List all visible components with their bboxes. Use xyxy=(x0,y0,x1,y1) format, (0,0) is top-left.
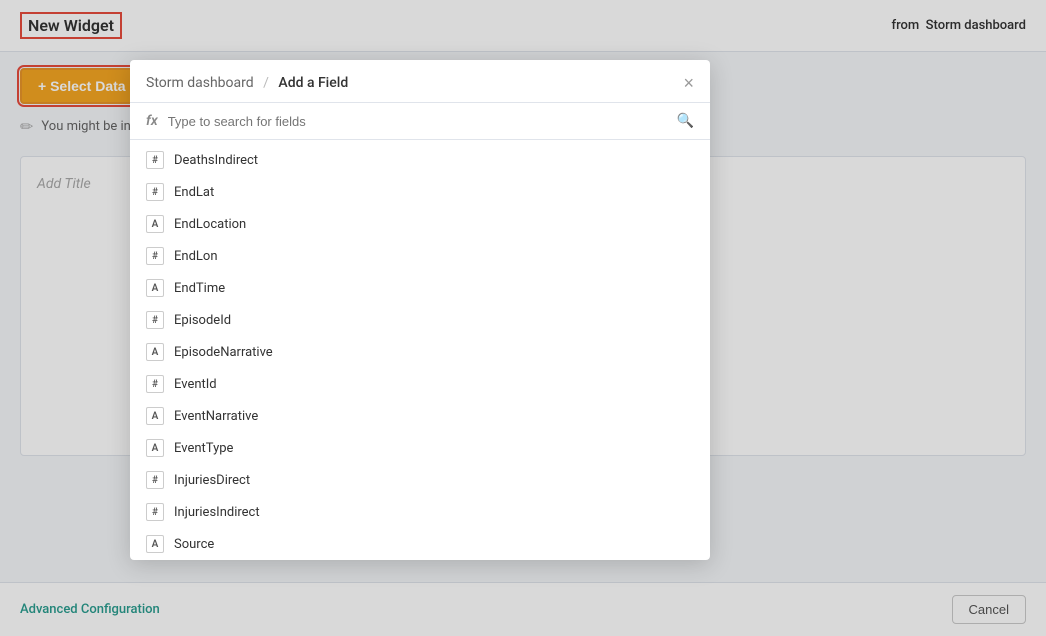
field-list-item[interactable]: # EpisodeId xyxy=(130,304,710,336)
field-name-label: EventType xyxy=(174,441,233,456)
fx-badge: fx xyxy=(146,113,158,129)
field-name-label: EpisodeNarrative xyxy=(174,345,273,360)
search-icon: 🔍 xyxy=(677,113,694,129)
field-list-item[interactable]: A EndTime xyxy=(130,272,710,304)
field-list-item[interactable]: A EventNarrative xyxy=(130,400,710,432)
field-list: # DeathsIndirect # EndLat A EndLocation # EndLo… xyxy=(130,140,710,560)
field-type-badge: A xyxy=(146,215,164,233)
field-list-item[interactable]: A EpisodeNarrative xyxy=(130,336,710,368)
field-type-badge: # xyxy=(146,311,164,329)
field-list-item[interactable]: # EventId xyxy=(130,368,710,400)
add-field-modal: Storm dashboard / Add a Field × fx 🔍 # De… xyxy=(130,60,710,560)
field-list-item[interactable]: # EndLon xyxy=(130,240,710,272)
field-name-label: EventNarrative xyxy=(174,409,258,424)
field-name-label: EndLocation xyxy=(174,217,246,232)
field-name-label: InjuriesDirect xyxy=(174,473,250,488)
field-type-badge: # xyxy=(146,375,164,393)
field-type-badge: A xyxy=(146,439,164,457)
field-name-label: InjuriesIndirect xyxy=(174,505,260,520)
field-type-badge: # xyxy=(146,471,164,489)
modal-search-bar: fx 🔍 xyxy=(130,103,710,140)
field-list-item[interactable]: # InjuriesDirect xyxy=(130,464,710,496)
field-list-item[interactable]: A EventType xyxy=(130,432,710,464)
field-type-badge: # xyxy=(146,247,164,265)
field-name-label: DeathsIndirect xyxy=(174,153,258,168)
field-name-label: EndLon xyxy=(174,249,218,264)
field-name-label: EndTime xyxy=(174,281,225,296)
field-type-badge: A xyxy=(146,279,164,297)
field-type-badge: # xyxy=(146,503,164,521)
page-container: New Widget from Storm dashboard + Select… xyxy=(0,0,1046,636)
field-list-item[interactable]: A EndLocation xyxy=(130,208,710,240)
field-type-badge: A xyxy=(146,535,164,553)
field-type-badge: # xyxy=(146,183,164,201)
field-type-badge: A xyxy=(146,343,164,361)
field-list-item[interactable]: # InjuriesIndirect xyxy=(130,496,710,528)
field-list-item[interactable]: # EndLat xyxy=(130,176,710,208)
field-type-badge: # xyxy=(146,151,164,169)
field-list-item[interactable]: # DeathsIndirect xyxy=(130,144,710,176)
modal-breadcrumb: Storm dashboard / Add a Field xyxy=(146,75,348,91)
breadcrumb-source: Storm dashboard xyxy=(146,75,254,91)
modal-header: Storm dashboard / Add a Field × xyxy=(130,60,710,103)
field-name-label: EndLat xyxy=(174,185,214,200)
breadcrumb-current: Add a Field xyxy=(278,75,348,91)
field-type-badge: A xyxy=(146,407,164,425)
field-list-item[interactable]: A Source xyxy=(130,528,710,560)
field-search-input[interactable] xyxy=(168,114,667,129)
field-name-label: Source xyxy=(174,537,214,552)
field-name-label: EventId xyxy=(174,377,217,392)
field-name-label: EpisodeId xyxy=(174,313,231,328)
modal-close-button[interactable]: × xyxy=(683,74,694,92)
breadcrumb-separator: / xyxy=(263,75,269,91)
